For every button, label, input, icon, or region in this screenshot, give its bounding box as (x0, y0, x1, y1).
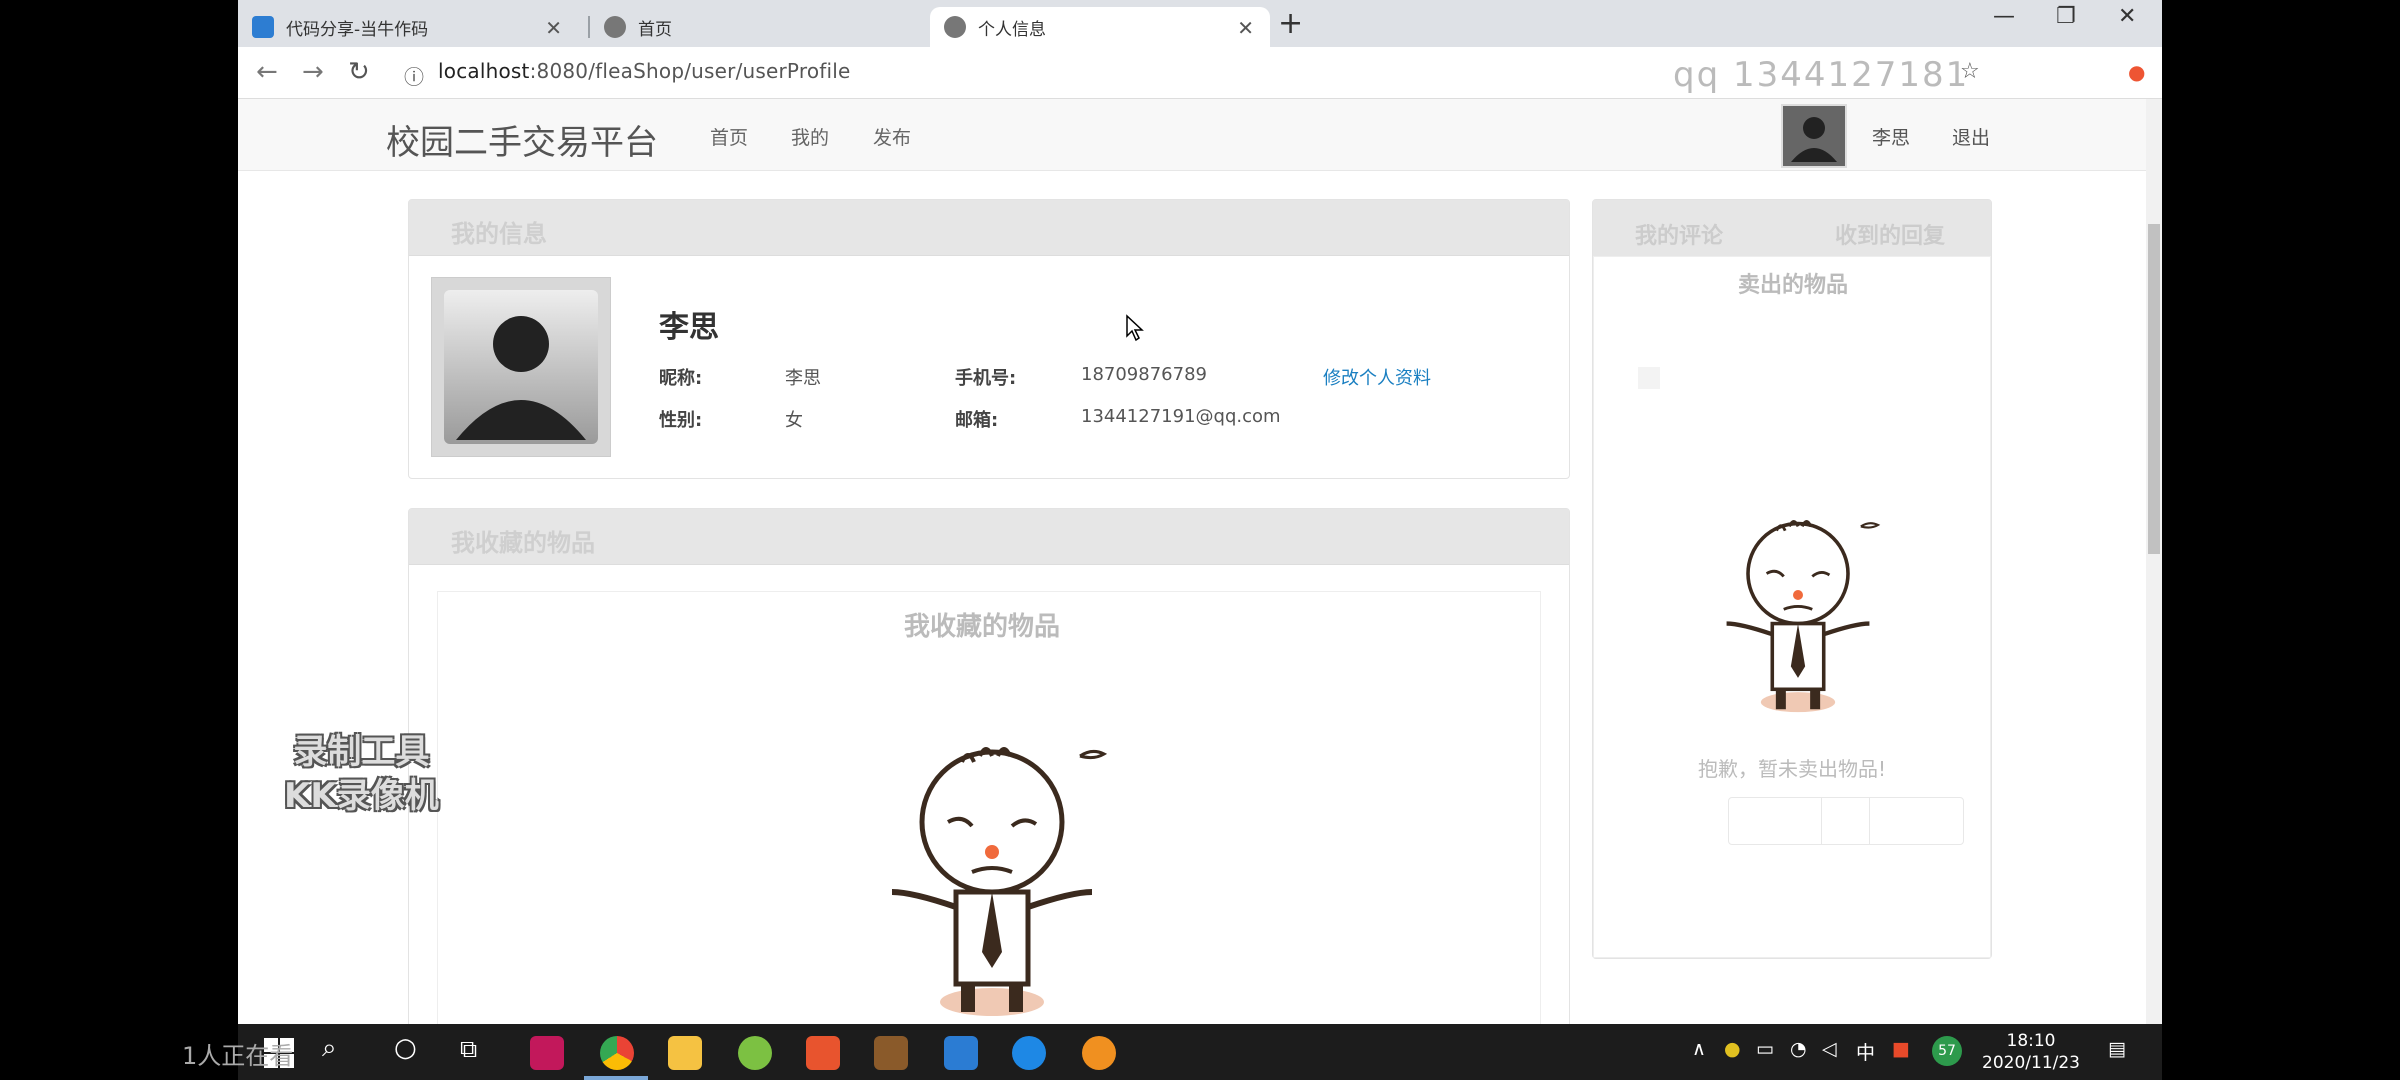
profile-panel-title: 我的信息 (409, 200, 1569, 256)
favorites-panel-title: 我收藏的物品 (409, 509, 1569, 565)
sad-man-illustration (1726, 520, 1881, 713)
kk-recorder-icon[interactable] (1012, 1036, 1046, 1070)
viewer-count: 1人正在看 (182, 1042, 294, 1070)
favorites-panel: 我收藏的物品 我收藏的物品 (408, 508, 1570, 1024)
nav-avatar[interactable] (1781, 104, 1847, 168)
cortana-icon[interactable]: ○ (394, 1033, 417, 1063)
tray-expand-icon[interactable]: ∧ (1692, 1038, 1706, 1060)
sold-items-box: 卖出的物品 抱歉，暂未卖出物品! (1593, 256, 1991, 958)
nav-logout[interactable]: 退出 (1952, 123, 1990, 150)
dnzm-favicon-icon (252, 16, 274, 38)
intellij-icon[interactable] (530, 1036, 564, 1070)
profile-panel: 我的信息 李思 昵称: 李思 手机号: 18709876789 修改个人资料 性… (408, 199, 1570, 479)
site-brand[interactable]: 校园二手交易平台 (386, 115, 658, 164)
nickname-label: 昵称: (659, 368, 703, 389)
restore-button[interactable]: ❐ (2056, 4, 2076, 29)
nav-home[interactable]: 首页 (710, 123, 748, 150)
video-frame: 代码分享-当牛作码 ✕ 首页 ✕ 个人信息 ✕ + — ❐ ✕ ← → ↻ (0, 0, 2400, 1080)
notification-icon[interactable]: ▤ (2108, 1038, 2126, 1060)
email-label: 邮箱: (955, 410, 999, 431)
sold-items-title: 卖出的物品 (1738, 273, 1849, 298)
profile-avatar (431, 277, 611, 457)
close-tab-icon[interactable]: ✕ (545, 16, 562, 40)
clock-date: 2020/11/23 (1982, 1053, 2080, 1073)
recorder-logo-line2: KK录像机 (284, 776, 439, 816)
tab-title: 首页 (638, 19, 672, 40)
scrollbar-thumb[interactable] (2148, 224, 2160, 554)
bookmark-star-icon[interactable]: ☆ (1960, 59, 1980, 84)
tab-profile[interactable]: 个人信息 ✕ (930, 7, 1270, 47)
desktop-screen: 代码分享-当牛作码 ✕ 首页 ✕ 个人信息 ✕ + — ❐ ✕ ← → ↻ (238, 0, 2162, 1080)
extension-icon[interactable]: ● (2128, 60, 2145, 84)
pagination (1728, 797, 1964, 845)
tray-app-icon[interactable]: ● (1724, 1038, 1741, 1060)
tab-title: 个人信息 (978, 19, 1046, 40)
volume-icon[interactable]: ◁ (1822, 1038, 1837, 1060)
nickname-value: 李思 (785, 368, 821, 389)
app-face-icon[interactable] (1082, 1036, 1116, 1070)
edit-profile-link[interactable]: 修改个人资料 (1323, 364, 1431, 390)
wifi-icon[interactable]: ◔ (1790, 1038, 1807, 1060)
reload-icon[interactable]: ↻ (348, 57, 370, 87)
watermark-text: qq 1344127181 (1673, 55, 1970, 95)
gender-value: 女 (785, 410, 803, 431)
speed-badge[interactable]: 57 (1932, 1036, 1962, 1066)
tab-my-comments[interactable]: 我的评论 (1635, 218, 1723, 250)
task-view-icon[interactable]: ⧉ (460, 1035, 477, 1063)
page-scrollbar[interactable] (2146, 99, 2162, 1024)
nav-username[interactable]: 李思 (1872, 123, 1910, 150)
favorites-inner-title: 我收藏的物品 (904, 612, 1061, 642)
app-game-icon[interactable] (874, 1036, 908, 1070)
email-value: 1344127191@qq.com (1081, 406, 1281, 427)
windows-taskbar: ⌕ ○ ⧉ ∧ ● ▭ ◔ ◁ 中 ■ 57 18:10 2020/11/23 … (238, 1024, 2162, 1080)
site-navbar: 校园二手交易平台 首页 我的 发布 李思 退出 (238, 99, 2162, 171)
nav-mine[interactable]: 我的 (791, 123, 829, 150)
app-green-icon[interactable] (738, 1036, 772, 1070)
address-bar-row: ← → ↻ ⓘ localhost:8080/fleaShop/user/use… (238, 47, 2162, 99)
chrome-icon[interactable] (600, 1036, 634, 1070)
close-window-button[interactable]: ✕ (2118, 4, 2136, 29)
site-info-icon[interactable]: ⓘ (404, 61, 424, 90)
activity-sidebar: 我的评论 收到的回复 卖出的物品 抱歉，暂未卖出物品! (1592, 199, 1992, 959)
clock-time: 18:10 (2006, 1031, 2056, 1051)
back-icon[interactable]: ← (256, 57, 278, 87)
gender-label: 性别: (659, 410, 703, 431)
sogou-icon[interactable]: ■ (1892, 1038, 1910, 1060)
phone-value: 18709876789 (1081, 364, 1207, 385)
tab-replies[interactable]: 收到的回复 (1835, 218, 1945, 250)
favorites-box: 我收藏的物品 (437, 591, 1541, 1024)
minimize-button[interactable]: — (1993, 4, 2015, 29)
no-sold-items-text: 抱歉，暂未卖出物品! (1697, 757, 1887, 781)
recorder-logo: 录制工具 KK录像机 (284, 730, 439, 818)
forward-icon[interactable]: → (302, 57, 324, 87)
url-field[interactable]: localhost:8080/fleaShop/user/userProfile (438, 59, 851, 83)
phone-label: 手机号: (955, 368, 1017, 389)
profile-name: 李思 (659, 310, 719, 345)
battery-icon: ▭ (1756, 1038, 1774, 1060)
user-silhouette-icon (456, 316, 586, 440)
globe-icon (604, 16, 626, 38)
tab-code-share[interactable]: 代码分享-当牛作码 ✕ (238, 7, 578, 47)
tab-title: 代码分享-当牛作码 (286, 19, 429, 40)
browser-tab-bar: 代码分享-当牛作码 ✕ 首页 ✕ 个人信息 ✕ + — ❐ ✕ (238, 0, 2162, 47)
search-icon[interactable]: ⌕ (322, 1033, 337, 1064)
ime-indicator[interactable]: 中 (1856, 1038, 1875, 1065)
nav-publish[interactable]: 发布 (873, 123, 911, 150)
system-clock[interactable]: 18:10 2020/11/23 (1982, 1030, 2080, 1074)
globe-icon (944, 16, 966, 38)
app-orange-icon[interactable] (806, 1036, 840, 1070)
recorder-logo-line1: 录制工具 (293, 732, 430, 772)
new-tab-button[interactable]: + (1278, 6, 1303, 41)
user-silhouette-icon (1791, 117, 1837, 162)
web-page: 校园二手交易平台 首页 我的 发布 李思 退出 我的信息 李思 昵称: 李思 手… (238, 99, 2162, 1024)
sad-man-illustration (891, 747, 1108, 1016)
close-tab-icon[interactable]: ✕ (1237, 16, 1254, 40)
placeholder-square (1638, 367, 1660, 389)
mouse-cursor-icon (1126, 314, 1144, 342)
word-icon[interactable] (944, 1036, 978, 1070)
file-explorer-icon[interactable] (668, 1036, 702, 1070)
